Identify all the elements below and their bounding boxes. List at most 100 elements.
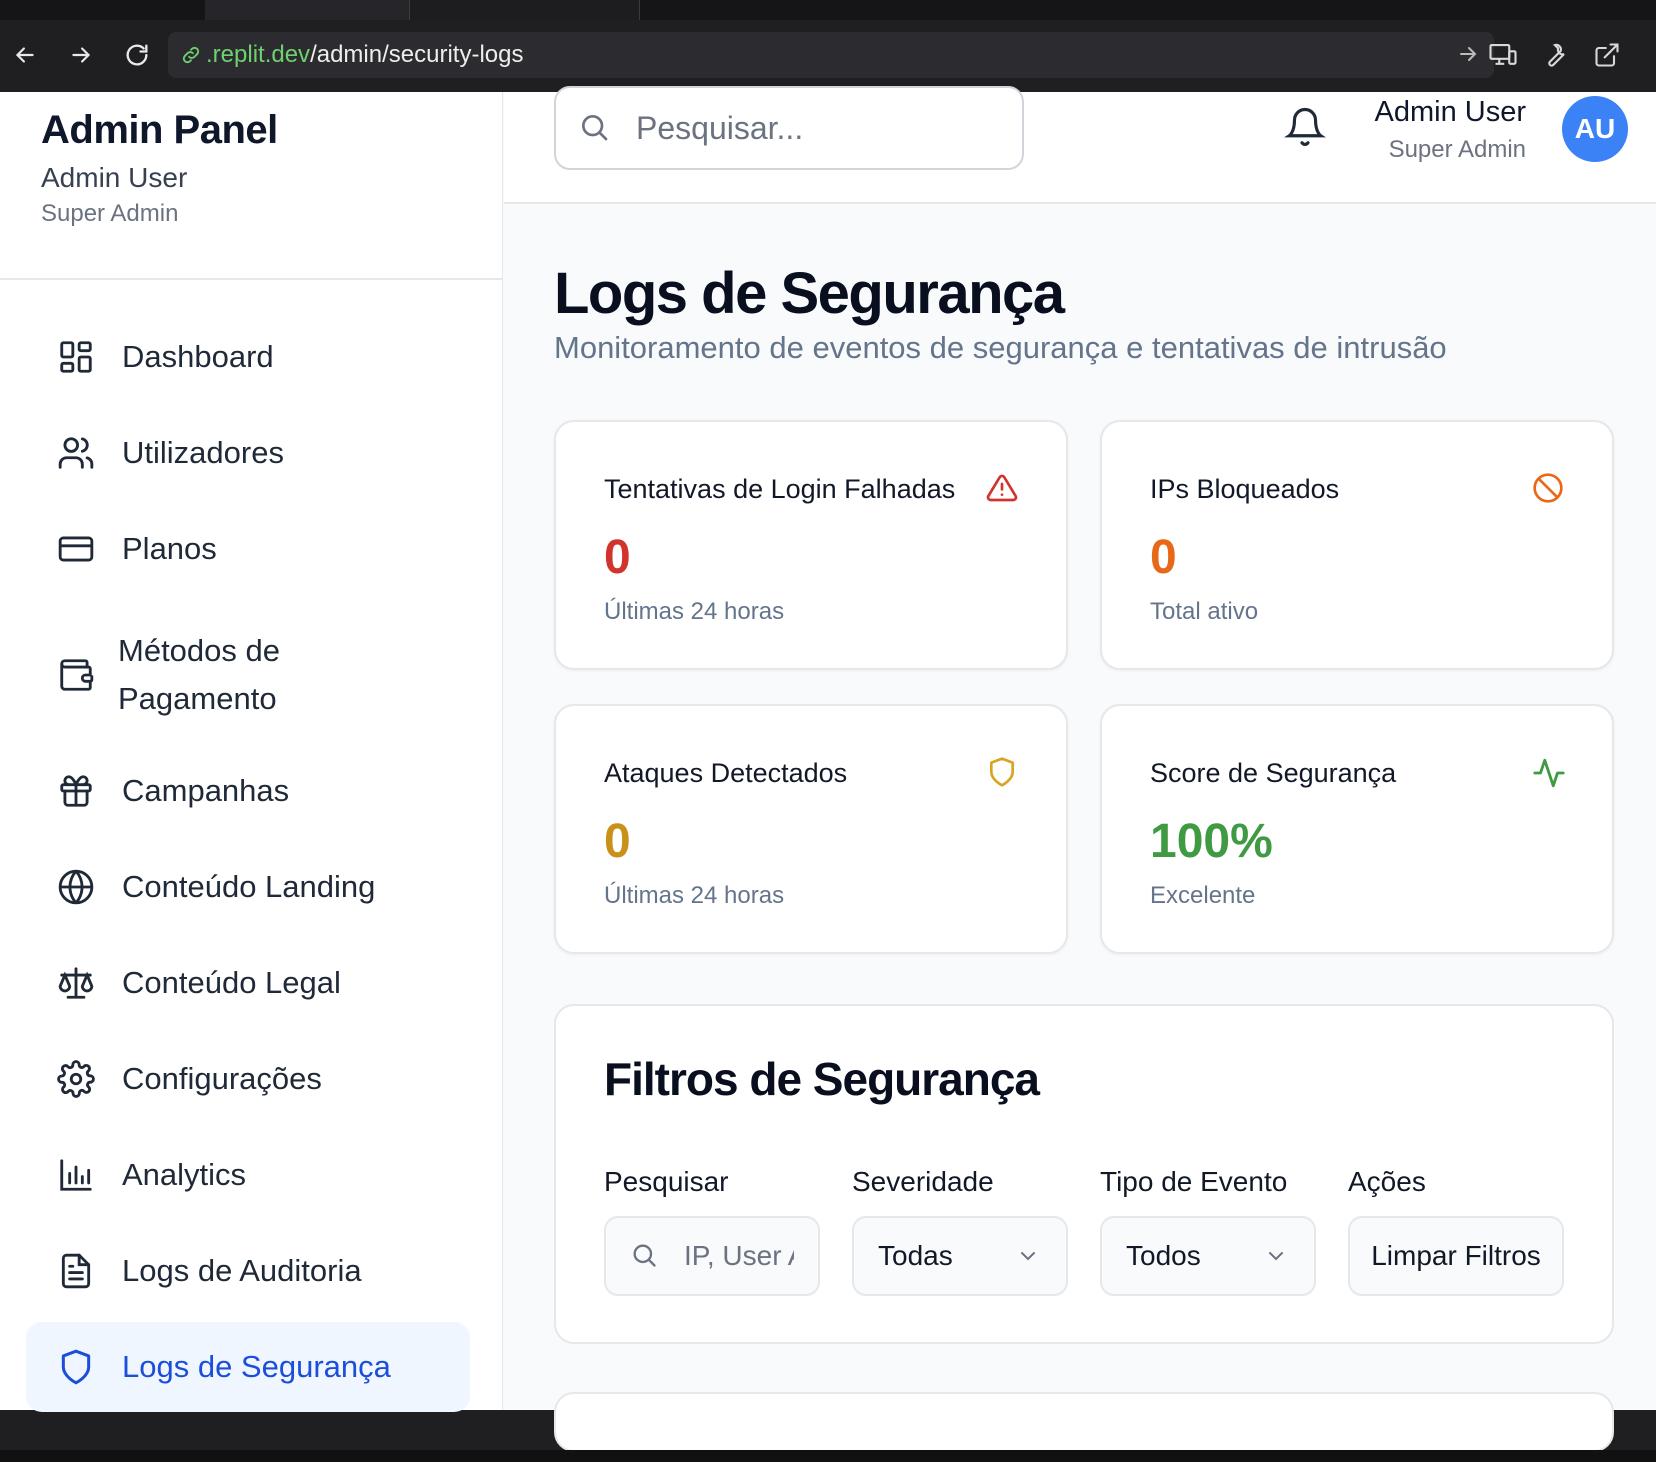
sidebar-item-label: Métodos de Pagamento [118, 633, 280, 716]
tab-strip [0, 0, 1656, 20]
filters-title: Filtros de Segurança [604, 1053, 1040, 1105]
severity-selected-value: Todas [878, 1240, 953, 1271]
stat-note: Total ativo [1150, 598, 1259, 625]
chevron-down-icon [1016, 1244, 1040, 1268]
sidebar-item-legal-content[interactable]: Conteúdo Legal [26, 938, 470, 1028]
shield-icon [56, 1347, 96, 1387]
global-search[interactable] [554, 86, 1024, 170]
topbar: Admin User Super Admin AU [504, 86, 1656, 204]
sidebar-item-label: Utilizadores [122, 435, 284, 470]
back-icon[interactable] [8, 38, 42, 72]
devices-icon[interactable] [1486, 38, 1520, 72]
stat-value: 0 [604, 815, 631, 868]
search-input[interactable] [636, 109, 996, 147]
sidebar-item-label: Logs de Auditoria [122, 1253, 362, 1288]
stat-title: Score de Segurança [1150, 758, 1397, 788]
filter-actions-label: Ações [1348, 1166, 1426, 1197]
sidebar-item-security-logs[interactable]: Logs de Segurança [26, 1322, 470, 1412]
sidebar: Admin Panel Admin User Super Admin Dashb… [0, 92, 503, 1412]
filter-search-field[interactable] [604, 1216, 820, 1296]
sidebar-item-label: Campanhas [122, 773, 290, 808]
sidebar-item-label: Logs de Segurança [122, 1349, 391, 1384]
stat-card-detected-attacks: Ataques Detectados 0 Últimas 24 horas [554, 704, 1068, 954]
filter-search-label: Pesquisar [604, 1166, 729, 1197]
credit-card-icon [56, 529, 96, 569]
search-icon [630, 1241, 660, 1271]
browser-tools [1466, 38, 1656, 72]
logs-table-card [554, 1392, 1614, 1452]
page-title: Logs de Segurança [554, 261, 1065, 326]
sidebar-item-landing-content[interactable]: Conteúdo Landing [26, 842, 470, 932]
wrench-icon[interactable] [1538, 38, 1572, 72]
stat-value: 0 [604, 531, 631, 584]
stat-card-blocked-ips: IPs Bloqueados 0 Total ativo [1100, 420, 1614, 670]
sidebar-item-dashboard[interactable]: Dashboard [26, 312, 470, 402]
dashboard-icon [56, 337, 96, 377]
topbar-user-role: Super Admin [1388, 136, 1526, 163]
gear-icon [56, 1059, 96, 1099]
sidebar-item-label: Conteúdo Legal [122, 965, 341, 1000]
gift-icon [56, 771, 96, 811]
sidebar-item-label: Analytics [122, 1157, 247, 1192]
sidebar-item-users[interactable]: Utilizadores [26, 408, 470, 498]
url-host: .replit.dev [206, 41, 311, 68]
users-icon [56, 433, 96, 473]
browser-toolbar: .replit.dev/admin/security-logs [0, 0, 1656, 92]
sidebar-user-name: Admin User [41, 162, 188, 193]
search-icon [578, 111, 612, 145]
sidebar-item-label: Dashboard [122, 339, 274, 374]
wallet-icon [56, 655, 96, 695]
sidebar-item-audit-logs[interactable]: Logs de Auditoria [26, 1226, 470, 1316]
event-type-select[interactable]: Todos [1100, 1216, 1316, 1296]
brand-title: Admin Panel [41, 108, 278, 152]
sidebar-item-label: Configurações [122, 1061, 322, 1096]
external-link-icon[interactable] [1590, 38, 1624, 72]
filter-severity-label: Severidade [852, 1166, 994, 1197]
stat-value: 0 [1150, 531, 1177, 584]
stat-note: Excelente [1150, 882, 1256, 909]
clear-filters-button[interactable]: Limpar Filtros [1348, 1216, 1564, 1296]
admin-app: Admin Panel Admin User Super Admin Dashb… [0, 86, 1656, 1452]
sidebar-user-role: Super Admin [41, 200, 179, 227]
shield-icon [986, 756, 1020, 790]
sidebar-item-plans[interactable]: Planos [26, 504, 470, 594]
ban-icon [1532, 472, 1566, 506]
security-filters-card: Filtros de Segurança Pesquisar Severidad… [554, 1004, 1614, 1344]
sidebar-item-campaigns[interactable]: Campanhas [26, 746, 470, 836]
stat-title: IPs Bloqueados [1150, 474, 1340, 504]
link-icon [180, 44, 202, 66]
stat-card-security-score: Score de Segurança 100% Excelente [1100, 704, 1614, 954]
browser-tab[interactable] [410, 0, 640, 20]
severity-select[interactable]: Todas [852, 1216, 1068, 1296]
filter-search-input[interactable] [684, 1240, 794, 1272]
page-subtitle: Monitoramento de eventos de segurança e … [554, 330, 1447, 365]
reload-icon[interactable] [120, 38, 154, 72]
stat-title: Ataques Detectados [604, 758, 848, 788]
browser-tab[interactable] [205, 0, 410, 20]
main-content: Logs de Segurança Monitoramento de event… [504, 204, 1656, 1452]
file-text-icon [56, 1251, 96, 1291]
bell-icon[interactable] [1284, 106, 1328, 150]
sidebar-item-analytics[interactable]: Analytics [26, 1130, 470, 1220]
sidebar-item-settings[interactable]: Configurações [26, 1034, 470, 1124]
topbar-user-name: Admin User [1374, 96, 1527, 128]
globe-icon [56, 867, 96, 907]
screen-bottom-edge [0, 1450, 1656, 1462]
event-type-selected-value: Todos [1126, 1240, 1201, 1271]
forward-icon[interactable] [64, 38, 98, 72]
activity-icon [1532, 756, 1566, 790]
stat-card-failed-logins: Tentativas de Login Falhadas 0 Últimas 2… [554, 420, 1068, 670]
sidebar-item-label: Planos [122, 531, 217, 566]
scale-icon [56, 963, 96, 1003]
sidebar-header: Admin Panel Admin User Super Admin [0, 92, 503, 280]
avatar[interactable]: AU [1562, 96, 1628, 162]
filter-event-type-label: Tipo de Evento [1100, 1166, 1288, 1197]
stat-title: Tentativas de Login Falhadas [604, 474, 956, 504]
stat-value: 100% [1150, 815, 1273, 868]
sidebar-item-payment-methods[interactable]: Métodos de Pagamento [26, 610, 470, 740]
chevron-down-icon [1264, 1244, 1288, 1268]
address-bar[interactable]: .replit.dev/admin/security-logs [168, 32, 1494, 78]
bar-chart-icon [56, 1155, 96, 1195]
url-path: /admin/security-logs [310, 41, 524, 68]
alert-triangle-icon [986, 472, 1020, 506]
